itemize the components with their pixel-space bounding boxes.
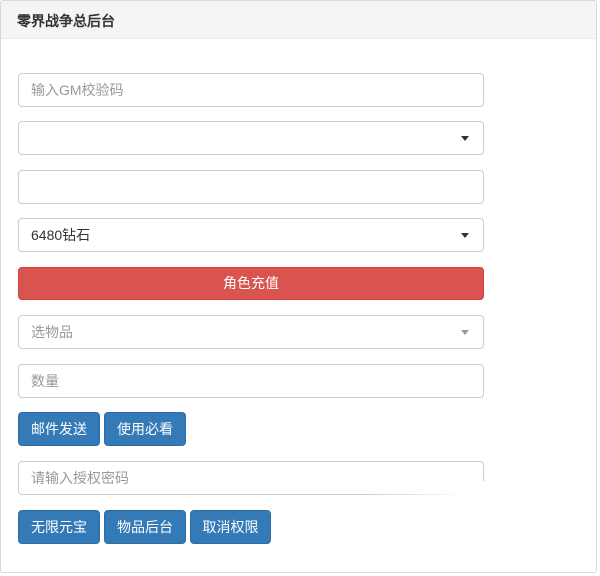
usage-guide-button[interactable]: 使用必看 — [104, 412, 186, 446]
unlimited-gem-button[interactable]: 无限元宝 — [18, 510, 100, 544]
gm-code-input[interactable] — [31, 75, 471, 105]
chevron-down-icon — [461, 330, 469, 335]
role-recharge-button[interactable]: 角色充值 — [18, 267, 484, 300]
mail-send-button[interactable]: 邮件发送 — [18, 412, 100, 446]
recharge-amount-select[interactable]: 6480钻石 — [18, 218, 484, 252]
watermark-glare — [361, 481, 596, 572]
chevron-down-icon — [461, 233, 469, 238]
item-select[interactable]: 选物品 — [18, 315, 484, 349]
item-backend-button[interactable]: 物品后台 — [104, 510, 186, 544]
quantity-input[interactable] — [31, 366, 471, 396]
server-select[interactable] — [18, 121, 484, 155]
admin-panel: 零界战争总后台 6480钻石 角色充值 选物品 邮件发送 使用必看 无限元宝 物… — [0, 0, 597, 573]
revoke-permission-button[interactable]: 取消权限 — [190, 510, 271, 544]
item-select-placeholder: 选物品 — [31, 324, 73, 340]
role-name-field[interactable] — [18, 170, 484, 204]
quantity-field[interactable] — [18, 364, 484, 398]
chevron-down-icon — [461, 136, 469, 141]
recharge-amount-value: 6480钻石 — [31, 227, 91, 243]
gm-code-field[interactable] — [18, 73, 484, 107]
panel-title: 零界战争总后台 — [1, 1, 596, 39]
